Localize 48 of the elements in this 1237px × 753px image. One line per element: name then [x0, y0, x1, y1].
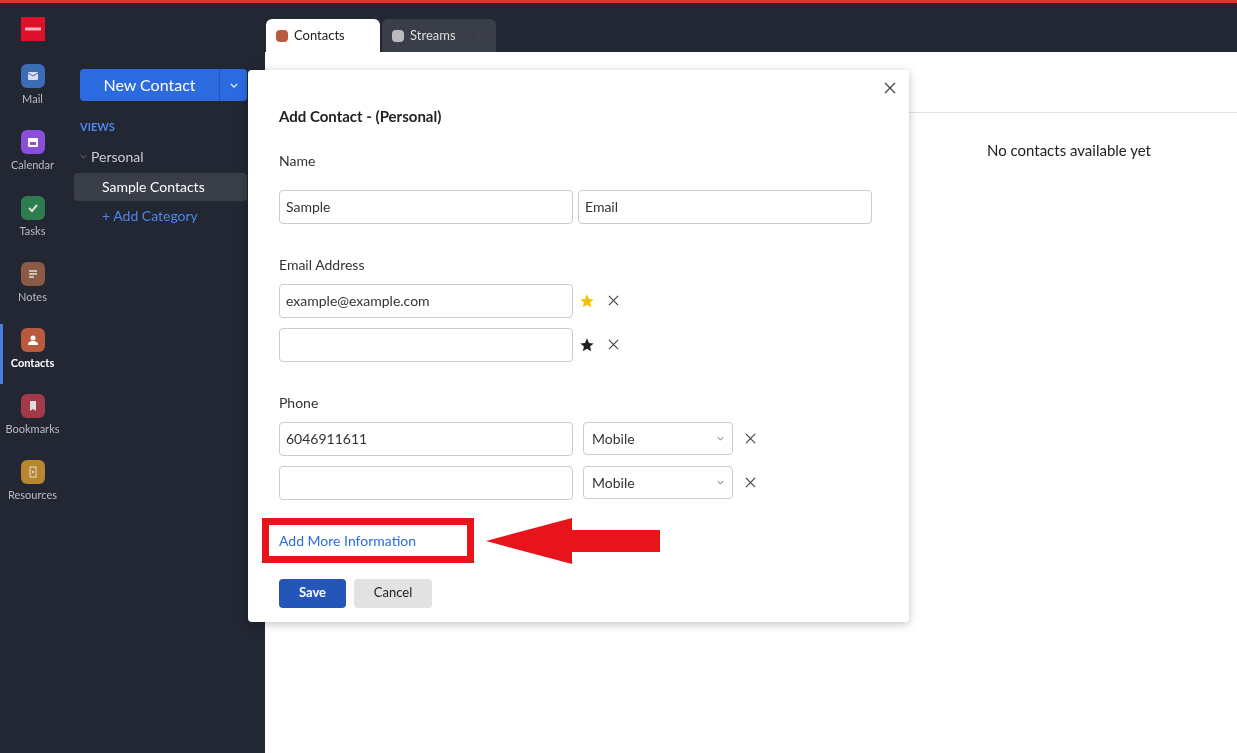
nav-item[interactable]: Contacts [0, 324, 65, 390]
resources-icon [20, 460, 45, 484]
logo-icon [20, 17, 45, 41]
nav-item[interactable]: Notes [0, 258, 65, 324]
nav-item[interactable]: Calendar [0, 126, 65, 192]
tab[interactable]: Contacts [266, 19, 380, 52]
phone-label: Phone [279, 392, 320, 413]
dialog-title: Add Contact - (Personal) [279, 106, 443, 127]
tab[interactable]: Streams [382, 19, 496, 52]
caret-icon [717, 436, 724, 441]
tasks-icon [20, 196, 45, 220]
contacts-icon [20, 328, 45, 352]
save-button[interactable]: Save [279, 578, 346, 608]
close-icon[interactable] [884, 82, 896, 94]
first-name-field[interactable]: Sample [279, 189, 573, 224]
name-label: Name [279, 150, 317, 171]
phone-type-select[interactable]: Mobile [583, 422, 733, 455]
last-name-field[interactable]: Email [578, 189, 872, 224]
nav-item[interactable]: Bookmarks [0, 390, 65, 456]
close-icon[interactable] [608, 295, 619, 306]
mail-icon [20, 64, 45, 88]
email-address-field[interactable]: example@example.com [279, 283, 573, 318]
nav-item[interactable]: Tasks [0, 192, 65, 258]
chevron-icon [80, 153, 87, 159]
calendar-icon [20, 130, 45, 154]
cancel-button[interactable]: Cancel [354, 578, 432, 608]
caret-icon [229, 82, 238, 88]
notes-icon [20, 262, 45, 286]
group-item[interactable]: Personal [80, 145, 247, 167]
empty-message: No contacts available yet [986, 140, 1151, 161]
bookmarks-icon [20, 394, 45, 418]
email-address-field[interactable] [279, 327, 573, 362]
star-icon[interactable] [579, 292, 595, 309]
views-heading: VIEWS [80, 119, 116, 135]
caret-icon [717, 480, 724, 485]
close-icon[interactable] [745, 433, 756, 444]
close-icon[interactable] [608, 339, 619, 350]
add-more-information-link[interactable]: Add More Information [279, 530, 417, 551]
nav-item[interactable]: Mail [0, 60, 65, 126]
close-icon[interactable] [745, 477, 756, 488]
phone-type-select[interactable]: Mobile [583, 466, 733, 499]
add-category-link[interactable]: + Add Category [102, 204, 247, 226]
category-item[interactable]: Sample Contacts [74, 172, 247, 201]
nav-item[interactable]: Resources [0, 456, 65, 522]
email-label: Email Address [279, 254, 366, 275]
star-icon[interactable] [579, 336, 595, 353]
phone-field[interactable]: 6046911611 [279, 421, 573, 456]
phone-field[interactable] [279, 465, 573, 500]
